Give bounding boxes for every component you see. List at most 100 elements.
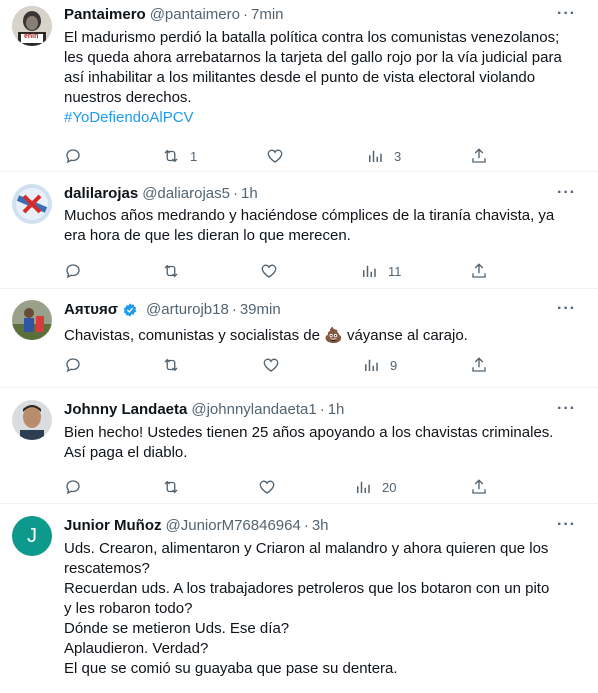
reply-icon — [66, 264, 80, 279]
separator-dot: · — [319, 401, 325, 418]
tweet-text-line: así inhabilitar a los militantes desde e… — [64, 69, 536, 86]
like-button[interactable] — [260, 262, 278, 280]
reply-button[interactable] — [64, 478, 82, 496]
flag-avatar-image — [12, 184, 52, 224]
avatar[interactable] — [12, 300, 52, 340]
share-button[interactable] — [470, 356, 488, 374]
tweet-text-line: Bien hecho! Ustedes tienen 25 años apoya… — [64, 424, 554, 441]
author-handle[interactable]: @pantaimero — [150, 5, 240, 25]
reply-button[interactable] — [64, 147, 82, 165]
more-options-icon[interactable]: ··· — [557, 516, 576, 534]
retweet-icon — [164, 480, 178, 494]
views-chart-icon — [363, 265, 376, 277]
reply-icon — [66, 480, 80, 495]
tweet-text: Chavistas, comunistas y socialistas de 💩… — [64, 326, 582, 346]
tweet-actions: 20 — [64, 478, 582, 498]
share-button[interactable] — [470, 147, 488, 165]
tweet[interactable]: Johnny Landaeta @johnnylandaeta1 · 1h ··… — [0, 388, 598, 504]
tweet[interactable]: J Junior Muñoz @JuniorM76846964 · 3h ···… — [0, 504, 598, 693]
author-name[interactable]: Aяτυяσ — [64, 300, 118, 320]
views-button[interactable]: 20 — [354, 478, 396, 496]
views-chart-icon — [369, 150, 382, 162]
avatar-letter: J — [27, 524, 37, 547]
tweet[interactable]: dalilarojas @daliarojas5 · 1h ··· Muchos… — [0, 172, 598, 289]
tweet[interactable]: enin Pantaimero @pantaimero · 7min ··· E… — [0, 0, 598, 172]
retweet-button[interactable] — [162, 262, 180, 280]
avatar[interactable]: J — [12, 516, 52, 556]
tweet-text: El madurismo perdió la batalla política … — [64, 28, 582, 128]
author-handle[interactable]: @arturojb18 — [146, 300, 229, 320]
timestamp[interactable]: 1h — [241, 184, 258, 204]
reply-button[interactable] — [64, 262, 82, 280]
author-handle[interactable]: @JuniorM76846964 — [166, 516, 301, 536]
timestamp[interactable]: 3h — [312, 516, 329, 536]
more-options-icon[interactable]: ··· — [557, 400, 576, 418]
retweet-icon — [164, 264, 178, 278]
separator-dot: · — [232, 185, 238, 202]
tweet-text-line: era hora de que les dieran lo que merece… — [64, 227, 351, 244]
tweet[interactable]: Aяτυяσ @arturojb18 · 39min ··· Chavistas… — [0, 289, 598, 388]
tweet-actions: 11 — [64, 262, 582, 282]
views-button[interactable]: 9 — [362, 356, 397, 374]
views-count: 3 — [394, 148, 402, 164]
retweet-count: 1 — [190, 148, 198, 164]
reply-button[interactable] — [64, 356, 82, 374]
tweet-text: Uds. Crearon, alimentaron y Criaron al m… — [64, 539, 582, 679]
timestamp[interactable]: 7min — [251, 5, 284, 25]
retweet-button[interactable]: 1 — [162, 147, 197, 165]
tweet-actions: 1 3 — [64, 147, 582, 167]
views-count: 20 — [382, 479, 397, 495]
heart-icon — [267, 149, 283, 163]
author-handle[interactable]: @daliarojas5 — [142, 184, 230, 204]
tweet-text-line: Uds. Crearon, alimentaron y Criaron al m… — [64, 540, 549, 557]
tweet-text: Bien hecho! Ustedes tienen 25 años apoya… — [64, 423, 582, 463]
avatar[interactable] — [12, 184, 52, 224]
avatar-label: enin — [24, 33, 39, 40]
photo-avatar-image — [12, 300, 52, 340]
more-options-icon[interactable]: ··· — [557, 5, 576, 23]
reply-icon — [66, 358, 80, 373]
timestamp[interactable]: 1h — [328, 400, 345, 420]
separator-dot: · — [231, 301, 237, 318]
avatar[interactable]: enin — [12, 6, 52, 46]
heart-icon — [261, 264, 277, 278]
retweet-button[interactable] — [162, 478, 180, 496]
tweet-text-line: Recuerdan uds. A los trabajadores petrol… — [64, 580, 550, 597]
share-button[interactable] — [470, 262, 488, 280]
portrait-avatar-image — [12, 6, 52, 46]
views-count: 9 — [390, 357, 398, 373]
share-button[interactable] — [470, 478, 488, 496]
like-button[interactable] — [258, 478, 276, 496]
tweet-text-line: rescatemos? — [64, 560, 150, 577]
timestamp[interactable]: 39min — [240, 300, 281, 320]
share-icon — [472, 263, 486, 278]
views-chart-icon — [357, 481, 370, 493]
tweet-text-line: Dónde se metieron Uds. Ese día? — [64, 620, 290, 637]
verified-badge-icon — [122, 302, 138, 318]
avatar[interactable] — [12, 400, 52, 440]
author-name[interactable]: Junior Muñoz — [64, 516, 162, 536]
author-name[interactable]: Pantaimero — [64, 5, 146, 25]
more-options-icon[interactable]: ··· — [557, 300, 576, 318]
like-button[interactable] — [266, 147, 284, 165]
tweet-text-line: El madurismo perdió la batalla política … — [64, 29, 560, 46]
views-button[interactable]: 3 — [366, 147, 401, 165]
tweet-text-line: les queda ahora arrebatarnos la tarjeta … — [64, 49, 562, 66]
retweet-icon — [164, 149, 178, 163]
views-button[interactable]: 11 — [360, 262, 402, 280]
heart-icon — [263, 358, 279, 372]
author-handle[interactable]: @johnnylandaeta1 — [191, 400, 316, 420]
reply-icon — [66, 149, 80, 164]
tweet-text-line: Aplaudieron. Verdad? — [64, 640, 209, 657]
more-options-icon[interactable]: ··· — [557, 184, 576, 202]
tweet-text-line: Chavistas, comunistas y socialistas de 💩… — [64, 327, 468, 344]
like-button[interactable] — [262, 356, 280, 374]
retweet-button[interactable] — [162, 356, 180, 374]
author-name[interactable]: dalilarojas — [64, 184, 138, 204]
heart-icon — [259, 480, 275, 494]
separator-dot: · — [242, 6, 248, 23]
share-icon — [472, 148, 486, 163]
tweet-text-line: El que se comió su guayaba que pase su d… — [64, 660, 398, 677]
hashtag-link[interactable]: #YoDefiendoAlPCV — [64, 108, 582, 128]
author-name[interactable]: Johnny Landaeta — [64, 400, 187, 420]
